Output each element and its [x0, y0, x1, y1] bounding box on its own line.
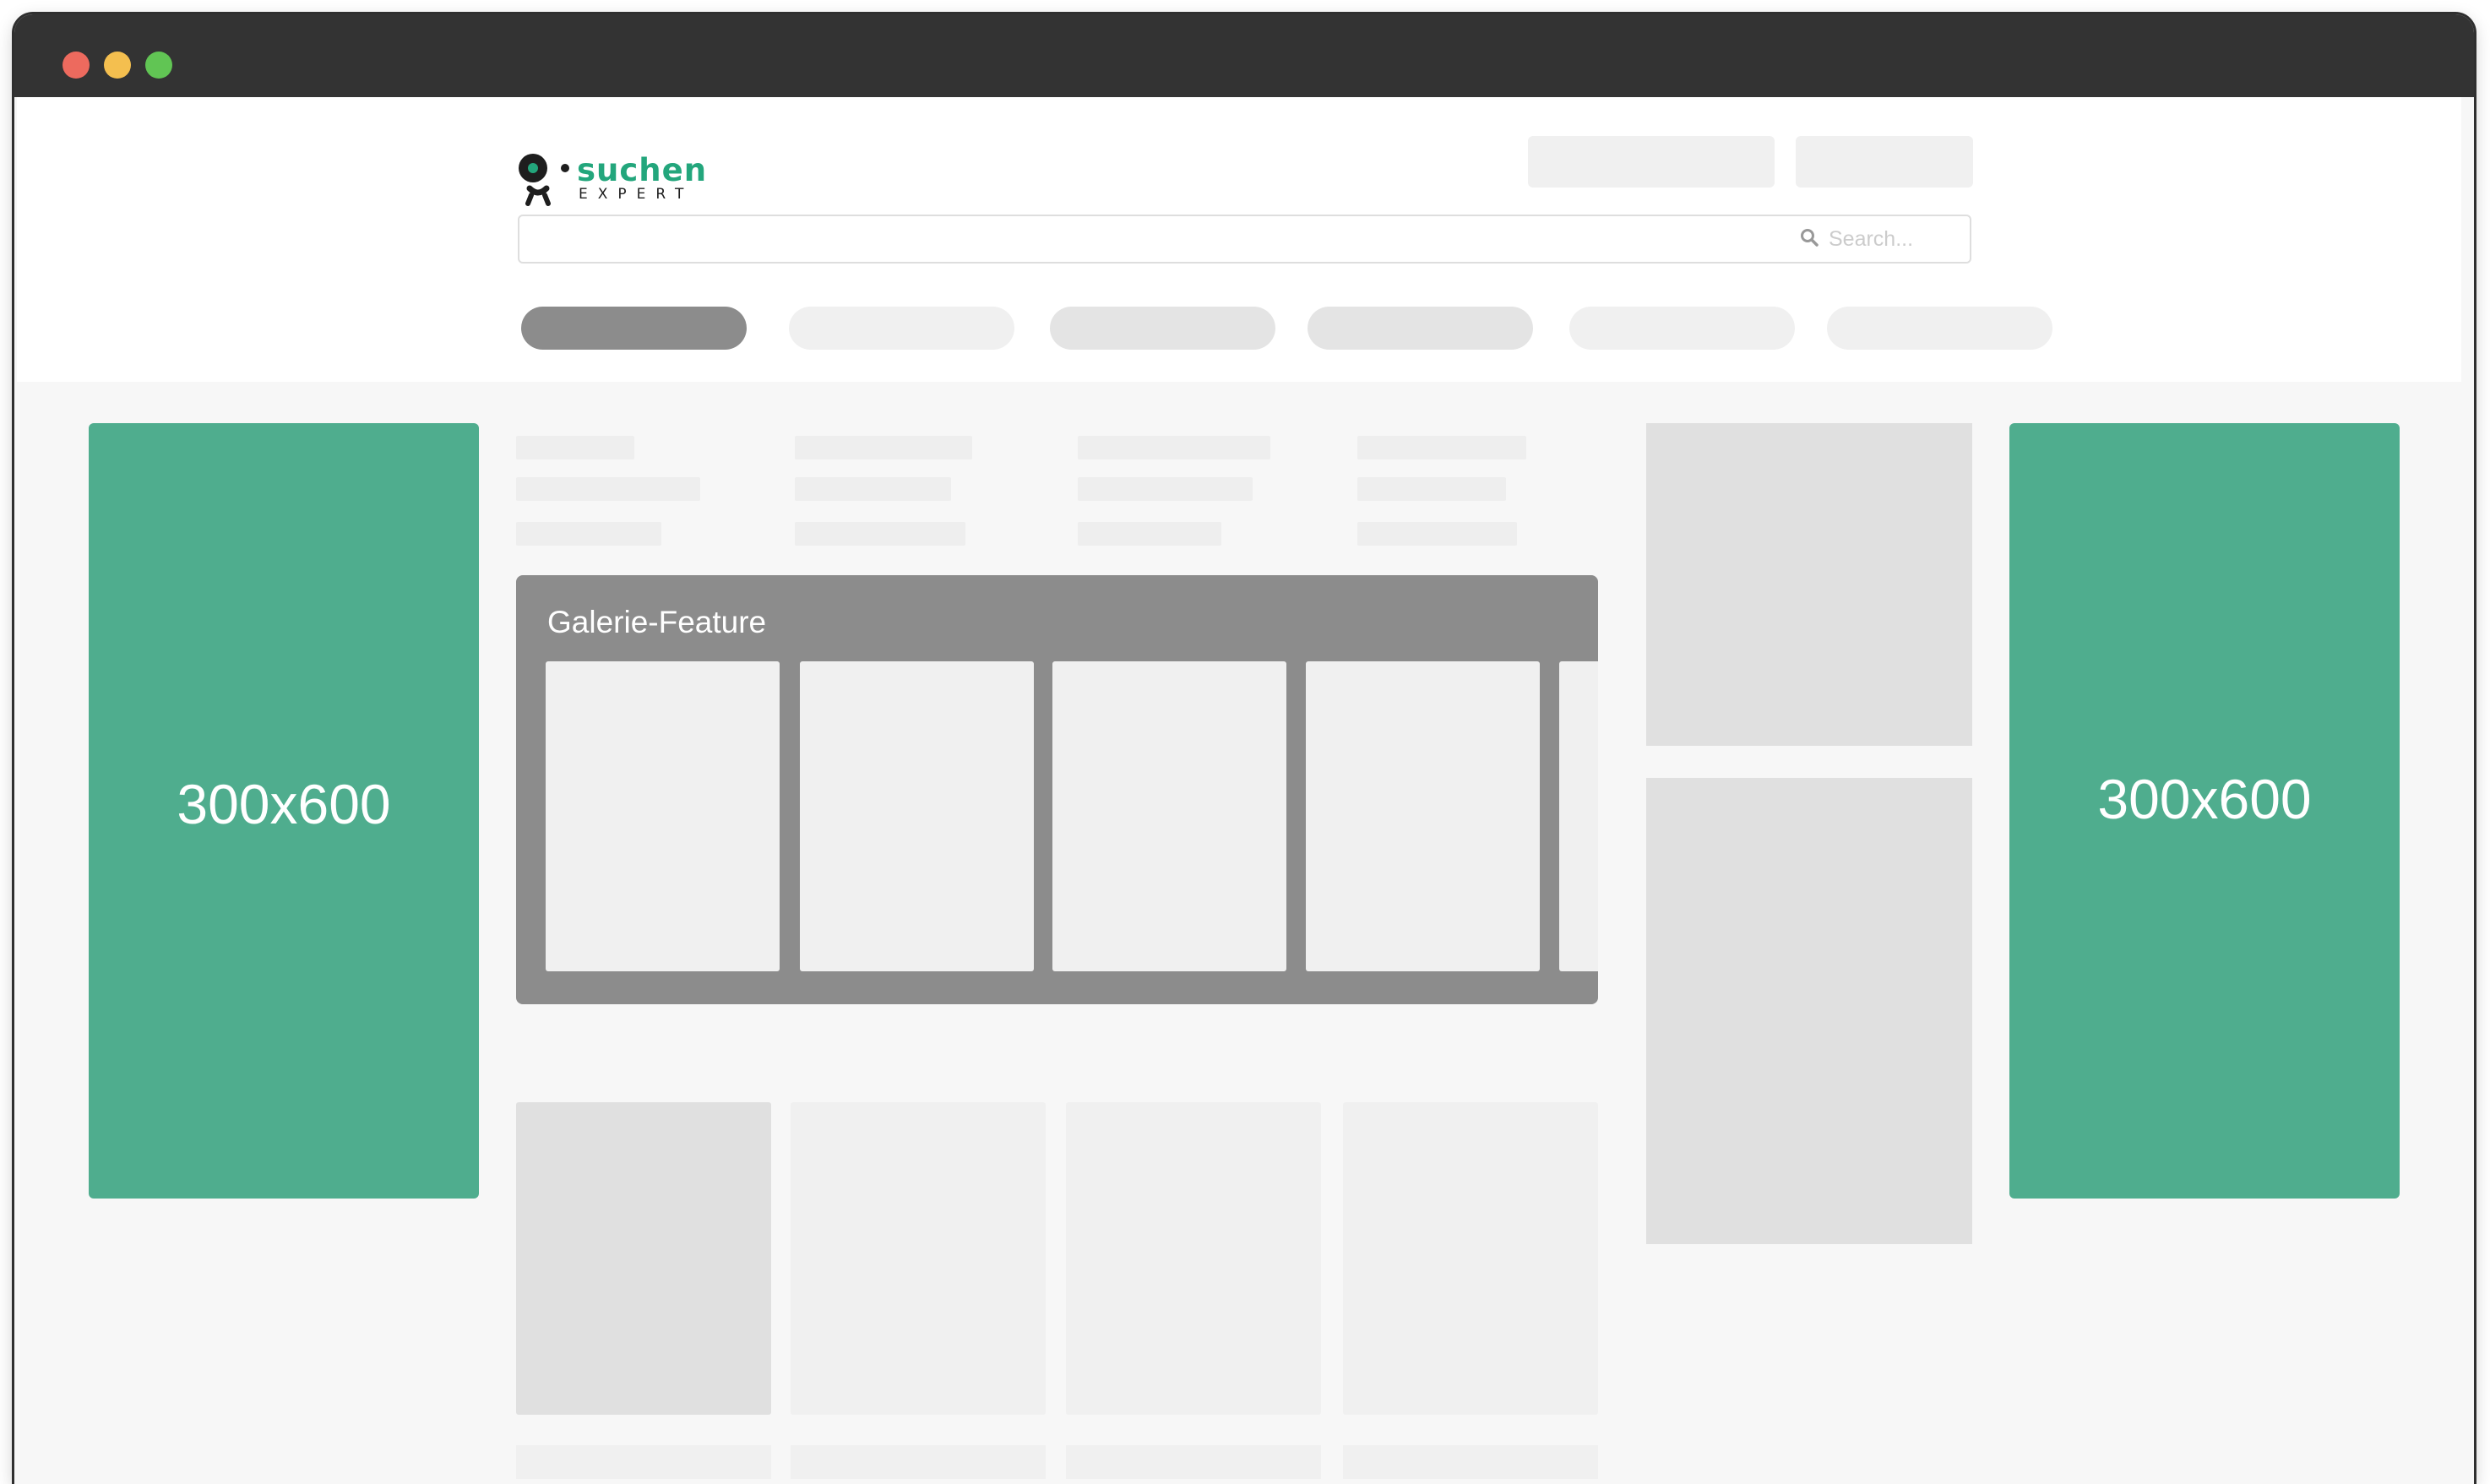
content-tile[interactable]	[516, 1445, 771, 1479]
gallery-card[interactable]	[1052, 661, 1286, 971]
ad-slot-right[interactable]: 300x600	[2009, 423, 2400, 1199]
category-pill[interactable]	[1308, 307, 1533, 350]
content-tile[interactable]	[1343, 1445, 1598, 1479]
window-close-button[interactable]	[63, 52, 90, 79]
gallery-title: Galerie-Feature	[547, 605, 767, 639]
category-pill[interactable]	[1569, 307, 1795, 350]
logo-icon	[519, 154, 569, 206]
logo-wordmark: suchen	[577, 152, 708, 188]
text-placeholder-line	[795, 436, 972, 459]
content-tile[interactable]	[1066, 1102, 1321, 1415]
gallery-card[interactable]	[546, 661, 780, 971]
ad-slot-left[interactable]: 300x600	[89, 423, 479, 1199]
gallery-card[interactable]	[800, 661, 1034, 971]
browser-window: suchen EXPERT Search... 300x600 Galerie-…	[14, 14, 2474, 1484]
text-placeholder-line	[1357, 436, 1526, 459]
gallery-feature: Galerie-Feature	[516, 575, 1598, 1004]
header-button-placeholder[interactable]	[1796, 136, 1973, 188]
text-placeholder-line	[516, 477, 700, 501]
category-pill[interactable]	[1827, 307, 2052, 350]
content-tile[interactable]	[516, 1102, 771, 1415]
window-maximize-button[interactable]	[145, 52, 172, 79]
ad-size-label: 300x600	[177, 773, 391, 835]
window-titlebar	[14, 14, 2474, 97]
sidebar-box[interactable]	[1646, 423, 1972, 746]
text-placeholder-line	[1357, 477, 1506, 501]
category-pill[interactable]	[789, 307, 1014, 350]
header-button-placeholder[interactable]	[1528, 136, 1775, 188]
text-placeholder-line	[1078, 477, 1253, 501]
text-placeholder-line	[795, 522, 965, 546]
category-pill-active[interactable]	[521, 307, 747, 350]
text-placeholder-line	[795, 477, 951, 501]
content-tile[interactable]	[791, 1102, 1046, 1415]
text-placeholder-line	[516, 436, 634, 459]
text-placeholder-line	[1078, 436, 1270, 459]
text-placeholder-line	[516, 522, 661, 546]
content-tile[interactable]	[1343, 1102, 1598, 1415]
text-placeholder-line	[1357, 522, 1517, 546]
category-pill[interactable]	[1050, 307, 1275, 350]
gallery-card[interactable]	[1306, 661, 1540, 971]
text-placeholder-line	[1078, 522, 1221, 546]
content-tile[interactable]	[791, 1445, 1046, 1479]
gallery-card[interactable]	[1559, 661, 1598, 971]
content-tile[interactable]	[1066, 1445, 1321, 1479]
logo-subtitle: EXPERT	[579, 186, 694, 203]
ad-size-label: 300x600	[2097, 768, 2312, 830]
search-icon	[1801, 229, 1819, 247]
sidebar-box[interactable]	[1646, 778, 1972, 1244]
search-placeholder: Search...	[1829, 227, 1914, 251]
window-minimize-button[interactable]	[104, 52, 131, 79]
site-header: suchen EXPERT Search...	[17, 97, 2461, 382]
site-logo[interactable]: suchen EXPERT	[518, 152, 712, 206]
search-input[interactable]: Search...	[518, 215, 1971, 264]
